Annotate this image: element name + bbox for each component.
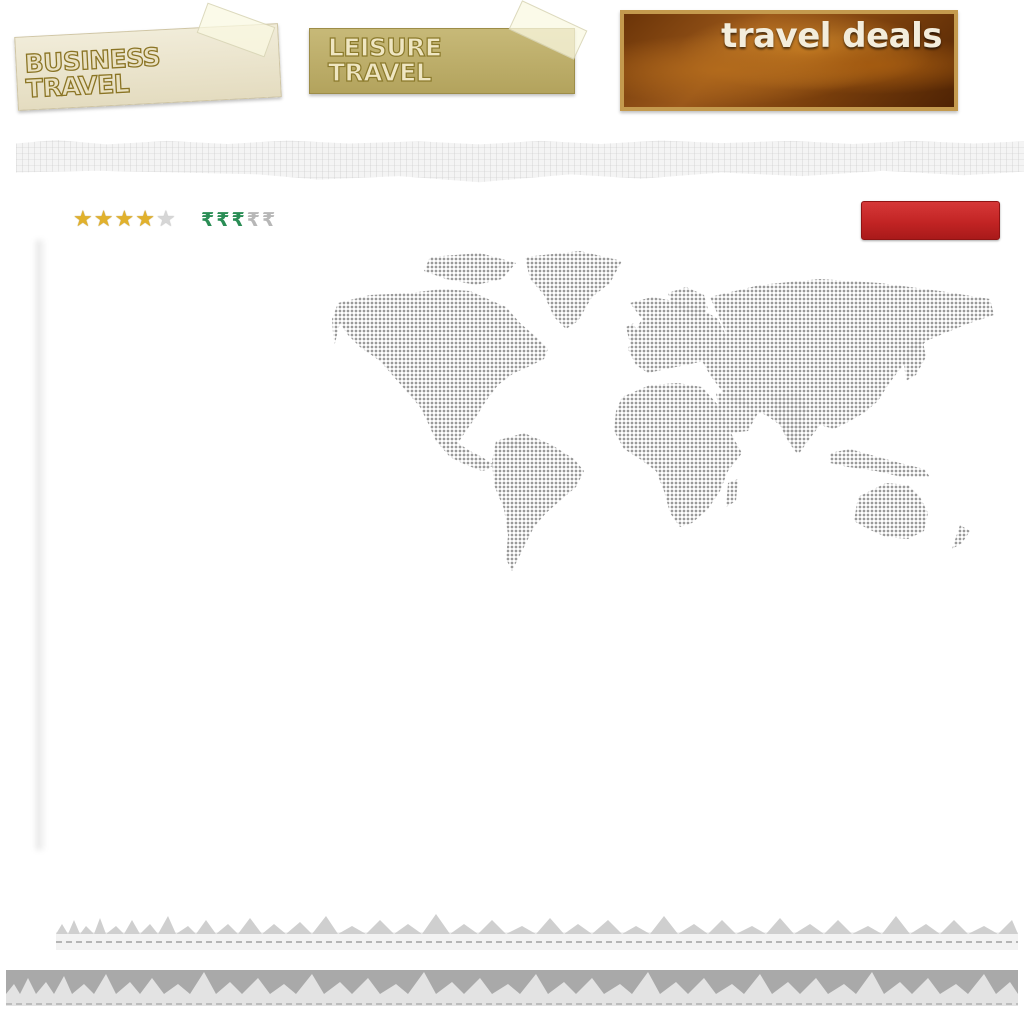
torn-paper-divider: [16, 140, 1024, 183]
star-icon: ★: [135, 207, 155, 232]
business-travel-label: BUSINESS TRAVEL: [23, 42, 161, 104]
content-shadow: [36, 240, 46, 850]
rupee-icon: ₹: [246, 209, 260, 231]
greenland: [525, 251, 622, 329]
madagascar: [726, 479, 738, 507]
rupee-icon: ₹: [231, 209, 245, 231]
star-icon: ★: [93, 207, 114, 232]
star-icon: ★: [114, 207, 135, 232]
arctic-islands: [424, 253, 516, 285]
grass-strip-top: [56, 914, 1018, 950]
star-icon: ★: [73, 207, 93, 232]
travel-deals-label: travel deals: [721, 16, 942, 56]
rupee-icon: ₹: [201, 209, 215, 231]
south-america: [492, 433, 584, 571]
price-rating: ₹ ₹ ₹ ₹ ₹: [201, 209, 275, 231]
australia: [854, 483, 928, 539]
leisure-travel-label: LEISURE TRAVEL: [327, 33, 442, 87]
rupee-icon: ₹: [216, 209, 230, 231]
travel-deals-tile[interactable]: travel deals: [620, 10, 958, 111]
star-icon: ★: [155, 207, 176, 232]
action-button[interactable]: [861, 201, 1000, 240]
rupee-icon: ₹: [261, 209, 276, 231]
world-map: [332, 251, 994, 571]
star-rating: ★ ★ ★ ★ ★: [73, 209, 176, 231]
grass-strip-bottom: [6, 970, 1018, 1006]
indonesia: [830, 449, 930, 477]
new-zealand: [952, 525, 970, 549]
